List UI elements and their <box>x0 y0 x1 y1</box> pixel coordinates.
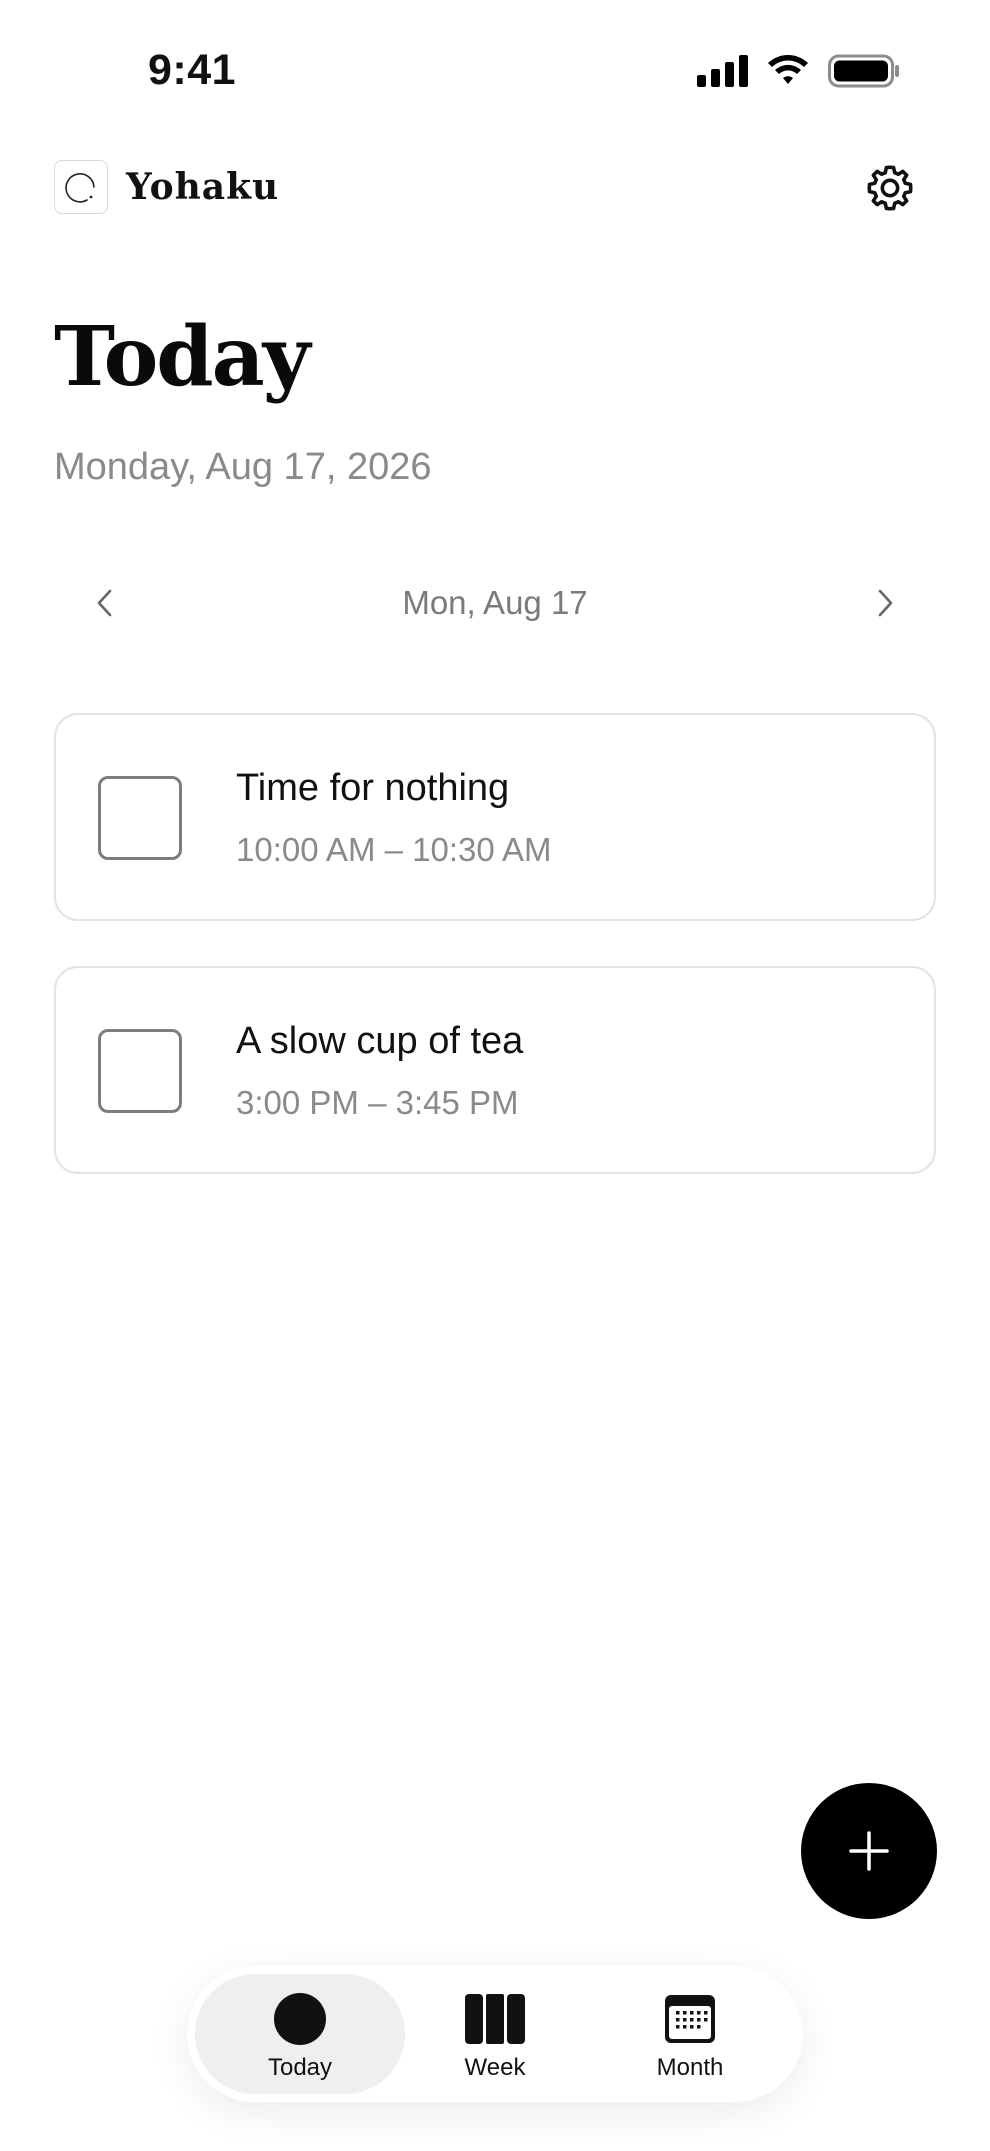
task-card[interactable]: A slow cup of tea 3:00 PM – 3:45 PM <box>54 966 936 1174</box>
page-subtitle: Monday, Aug 17, 2026 <box>54 446 432 488</box>
task-card[interactable]: Time for nothing 10:00 AM – 10:30 AM <box>54 713 936 921</box>
status-time: 9:41 <box>148 46 237 94</box>
app-name: Yohaku <box>126 166 280 208</box>
cellular-signal-icon <box>697 55 748 87</box>
task-title: A slow cup of tea <box>236 1020 524 1062</box>
task-list: Time for nothing 10:00 AM – 10:30 AM A s… <box>54 713 936 1219</box>
settings-button[interactable] <box>862 160 918 216</box>
tab-today[interactable]: Today <box>195 1974 405 2094</box>
add-task-button[interactable] <box>801 1783 937 1919</box>
task-time: 10:00 AM – 10:30 AM <box>236 831 552 868</box>
task-checkbox[interactable] <box>98 776 182 860</box>
page-title: Today <box>54 309 310 405</box>
circle-icon <box>274 1993 326 2045</box>
next-day-button[interactable] <box>852 570 918 636</box>
tab-label: Today <box>267 2054 333 2081</box>
status-bar: 9:41 <box>0 0 990 140</box>
columns-icon <box>465 1994 525 2044</box>
current-date-label: Mon, Aug 17 <box>402 584 588 621</box>
tab-month[interactable]: Month <box>585 1974 795 2094</box>
tab-label: Week <box>464 2054 526 2081</box>
status-icons <box>697 54 900 88</box>
wifi-icon <box>768 55 808 84</box>
task-checkbox[interactable] <box>98 1029 182 1113</box>
task-title: Time for nothing <box>236 767 510 809</box>
tab-week[interactable]: Week <box>390 1974 600 2094</box>
plus-icon <box>849 1831 889 1871</box>
app-logo <box>54 160 108 214</box>
date-navigator: Mon, Aug 17 <box>54 570 936 636</box>
app-header: Yohaku <box>54 160 918 218</box>
calendar-grid-icon <box>665 1995 715 2043</box>
tab-label: Month <box>656 2054 724 2081</box>
chevron-right-icon <box>878 589 893 617</box>
enso-circle-icon <box>65 173 95 203</box>
gear-icon <box>867 165 913 211</box>
bottom-tab-bar: Today Week Month <box>187 1966 803 2102</box>
battery-icon <box>828 54 899 88</box>
task-time: 3:00 PM – 3:45 PM <box>236 1084 519 1121</box>
